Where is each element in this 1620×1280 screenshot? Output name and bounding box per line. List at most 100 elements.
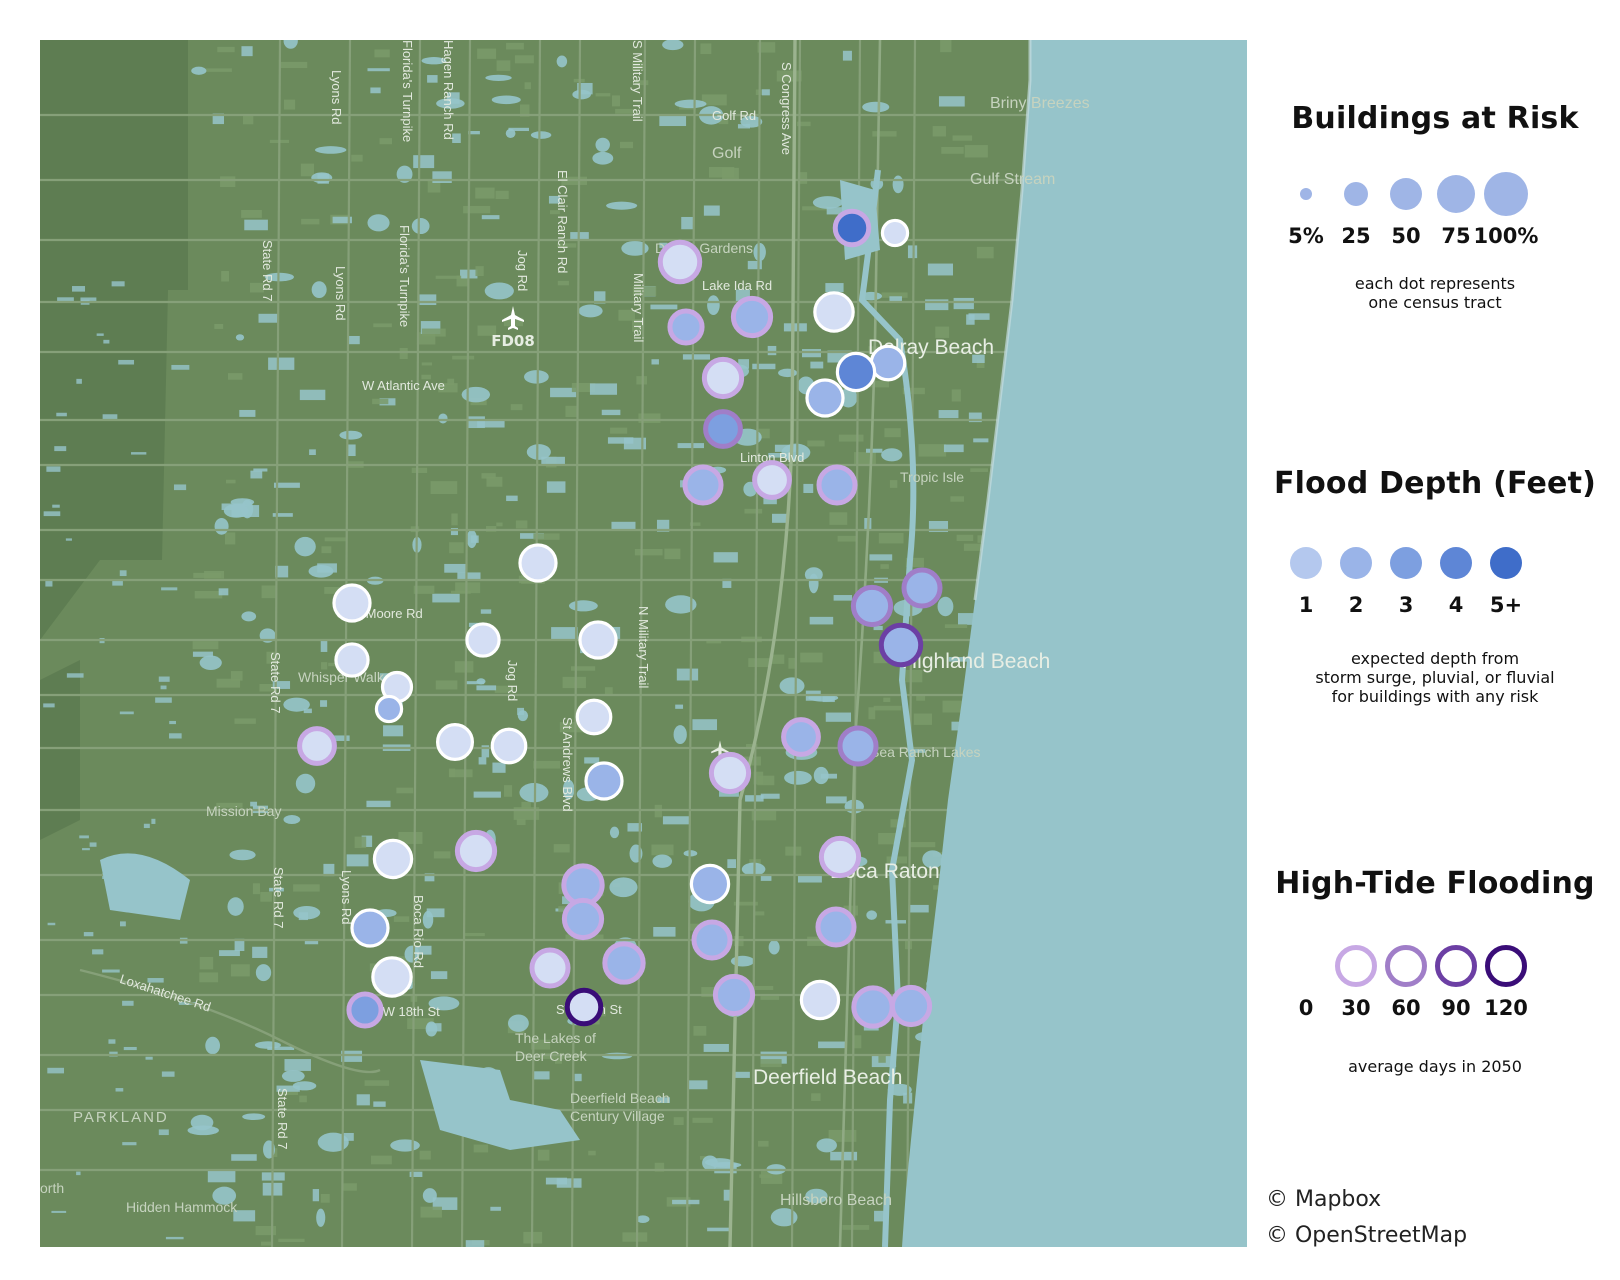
map-credits: © Mapbox © OpenStreetMap	[1266, 1182, 1467, 1254]
neighborhood-block	[495, 190, 509, 200]
census-tract-dot[interactable]	[332, 583, 372, 623]
census-tract-dot[interactable]	[454, 829, 498, 873]
census-tract-dot[interactable]	[869, 344, 907, 382]
neighborhood-block	[399, 347, 408, 360]
neighborhood-block	[584, 757, 600, 764]
depth-note-line: for buildings with any risk	[1331, 687, 1539, 706]
depth-legend-note: expected depth from storm surge, pluvial…	[1250, 649, 1620, 706]
neighborhood-block	[553, 844, 570, 853]
pond	[673, 725, 687, 745]
census-tract-dot[interactable]	[832, 208, 872, 248]
canal-segment	[43, 703, 55, 708]
census-tract-dot[interactable]	[805, 378, 845, 418]
neighborhood-block	[758, 1140, 769, 1147]
census-tract-dot[interactable]	[435, 722, 475, 762]
census-tract-dot[interactable]	[346, 991, 384, 1029]
census-tract-dot[interactable]	[816, 464, 858, 506]
census-tract-dot[interactable]	[781, 717, 821, 757]
neighborhood-block	[785, 846, 802, 856]
neighborhood-block	[420, 1206, 442, 1218]
census-tract-dot[interactable]	[703, 409, 743, 449]
pond	[438, 413, 448, 424]
road-lyons-rd-a: Lyons Rd	[329, 70, 344, 124]
canal-segment	[160, 685, 167, 690]
road-el-clair-ranch-rd: El Clair Ranch Rd	[555, 170, 570, 273]
census-tract-dot[interactable]	[818, 835, 862, 879]
census-tract-dot[interactable]	[529, 947, 571, 989]
neighborhood-block	[216, 678, 241, 688]
census-tract-dot[interactable]	[518, 543, 558, 583]
label-golf: Golf	[712, 145, 742, 162]
pond	[367, 214, 390, 232]
census-tract-dot[interactable]	[564, 987, 604, 1027]
census-tract-dot[interactable]	[752, 460, 792, 500]
census-tract-dot[interactable]	[561, 897, 605, 941]
census-tract-dot[interactable]	[682, 464, 724, 506]
census-tract-dot[interactable]	[851, 985, 895, 1029]
census-tract-dot[interactable]	[578, 620, 618, 660]
census-tract-dot[interactable]	[815, 906, 857, 948]
neighborhood-block	[260, 1241, 272, 1246]
census-tract-dot[interactable]	[730, 295, 774, 339]
census-tract-dot[interactable]	[584, 761, 624, 801]
census-tract-dot[interactable]	[371, 956, 413, 998]
census-tract-dot[interactable]	[799, 979, 841, 1021]
mapbox-credit[interactable]: © Mapbox	[1266, 1182, 1467, 1218]
census-tract-dot[interactable]	[602, 941, 646, 985]
census-tract-dot[interactable]	[689, 863, 731, 905]
census-tract-dot[interactable]	[297, 726, 337, 766]
neighborhood-block	[435, 680, 458, 690]
census-tract-dot[interactable]	[837, 725, 879, 767]
canal-segment	[45, 580, 53, 587]
neighborhood-block	[299, 1095, 307, 1103]
depth-label: 5+	[1489, 593, 1523, 617]
pond	[881, 448, 903, 462]
buildings-legend-scale: 5% 25 50 75 100%	[1250, 172, 1620, 252]
census-tract-dot[interactable]	[691, 919, 733, 961]
neighborhood-block	[964, 145, 988, 158]
neighborhood-block	[611, 521, 636, 530]
neighborhood-block	[462, 933, 485, 937]
census-tract-dot[interactable]	[465, 622, 501, 658]
neighborhood-block	[419, 294, 437, 306]
census-tract-dot[interactable]	[889, 984, 933, 1028]
road-lyons-rd-b: Lyons Rd	[333, 266, 348, 320]
census-tract-dot[interactable]	[901, 567, 943, 609]
census-tract-dot[interactable]	[667, 308, 705, 346]
census-tract-dot[interactable]	[374, 694, 404, 724]
osm-credit[interactable]: © OpenStreetMap	[1266, 1218, 1467, 1254]
size-dot-100	[1484, 172, 1528, 216]
canal-segment	[158, 1129, 169, 1136]
census-tract-dot[interactable]	[575, 698, 613, 736]
road-sw-18th-st-line: SW 18th St	[374, 1004, 440, 1019]
neighborhood-block	[372, 398, 389, 405]
tide-note-line: average days in 2050	[1348, 1057, 1522, 1076]
pond	[770, 1208, 798, 1227]
pond	[595, 137, 610, 152]
census-tract-dot[interactable]	[701, 356, 745, 400]
census-tract-dot[interactable]	[350, 908, 390, 948]
census-tract-dot[interactable]	[712, 973, 756, 1017]
flood-risk-map[interactable]: Delray Beach Boca Raton Highland Beach Deer…	[40, 40, 1247, 1247]
census-tract-dot[interactable]	[657, 239, 703, 285]
census-tract-dot[interactable]	[372, 838, 414, 880]
census-tract-dot[interactable]	[813, 291, 855, 333]
buildings-legend-title: Buildings at Risk	[1291, 101, 1579, 136]
census-tract-dot[interactable]	[880, 218, 910, 248]
census-tract-dot[interactable]	[490, 727, 528, 765]
pond	[674, 99, 707, 109]
canal-segment	[52, 504, 60, 508]
buildings-legend-note: each dot represents one census tract	[1250, 274, 1620, 312]
census-tract-dot[interactable]	[708, 751, 752, 795]
pond	[223, 504, 249, 518]
size-dot-50	[1390, 178, 1422, 210]
road-st-andrews-blvd-line: St Andrews Blvd	[560, 717, 575, 812]
map-canvas[interactable]: Delray BeachBoca RatonHighland BeachDeer…	[40, 40, 1247, 1247]
census-tract-dot[interactable]	[878, 622, 924, 668]
tide-legend-item: 120	[1471, 944, 1541, 1020]
census-tract-dot[interactable]	[334, 642, 370, 678]
census-tract-dot[interactable]	[850, 584, 894, 628]
pond	[524, 370, 549, 384]
pond	[294, 536, 316, 557]
census-tract-dot[interactable]	[835, 351, 877, 393]
